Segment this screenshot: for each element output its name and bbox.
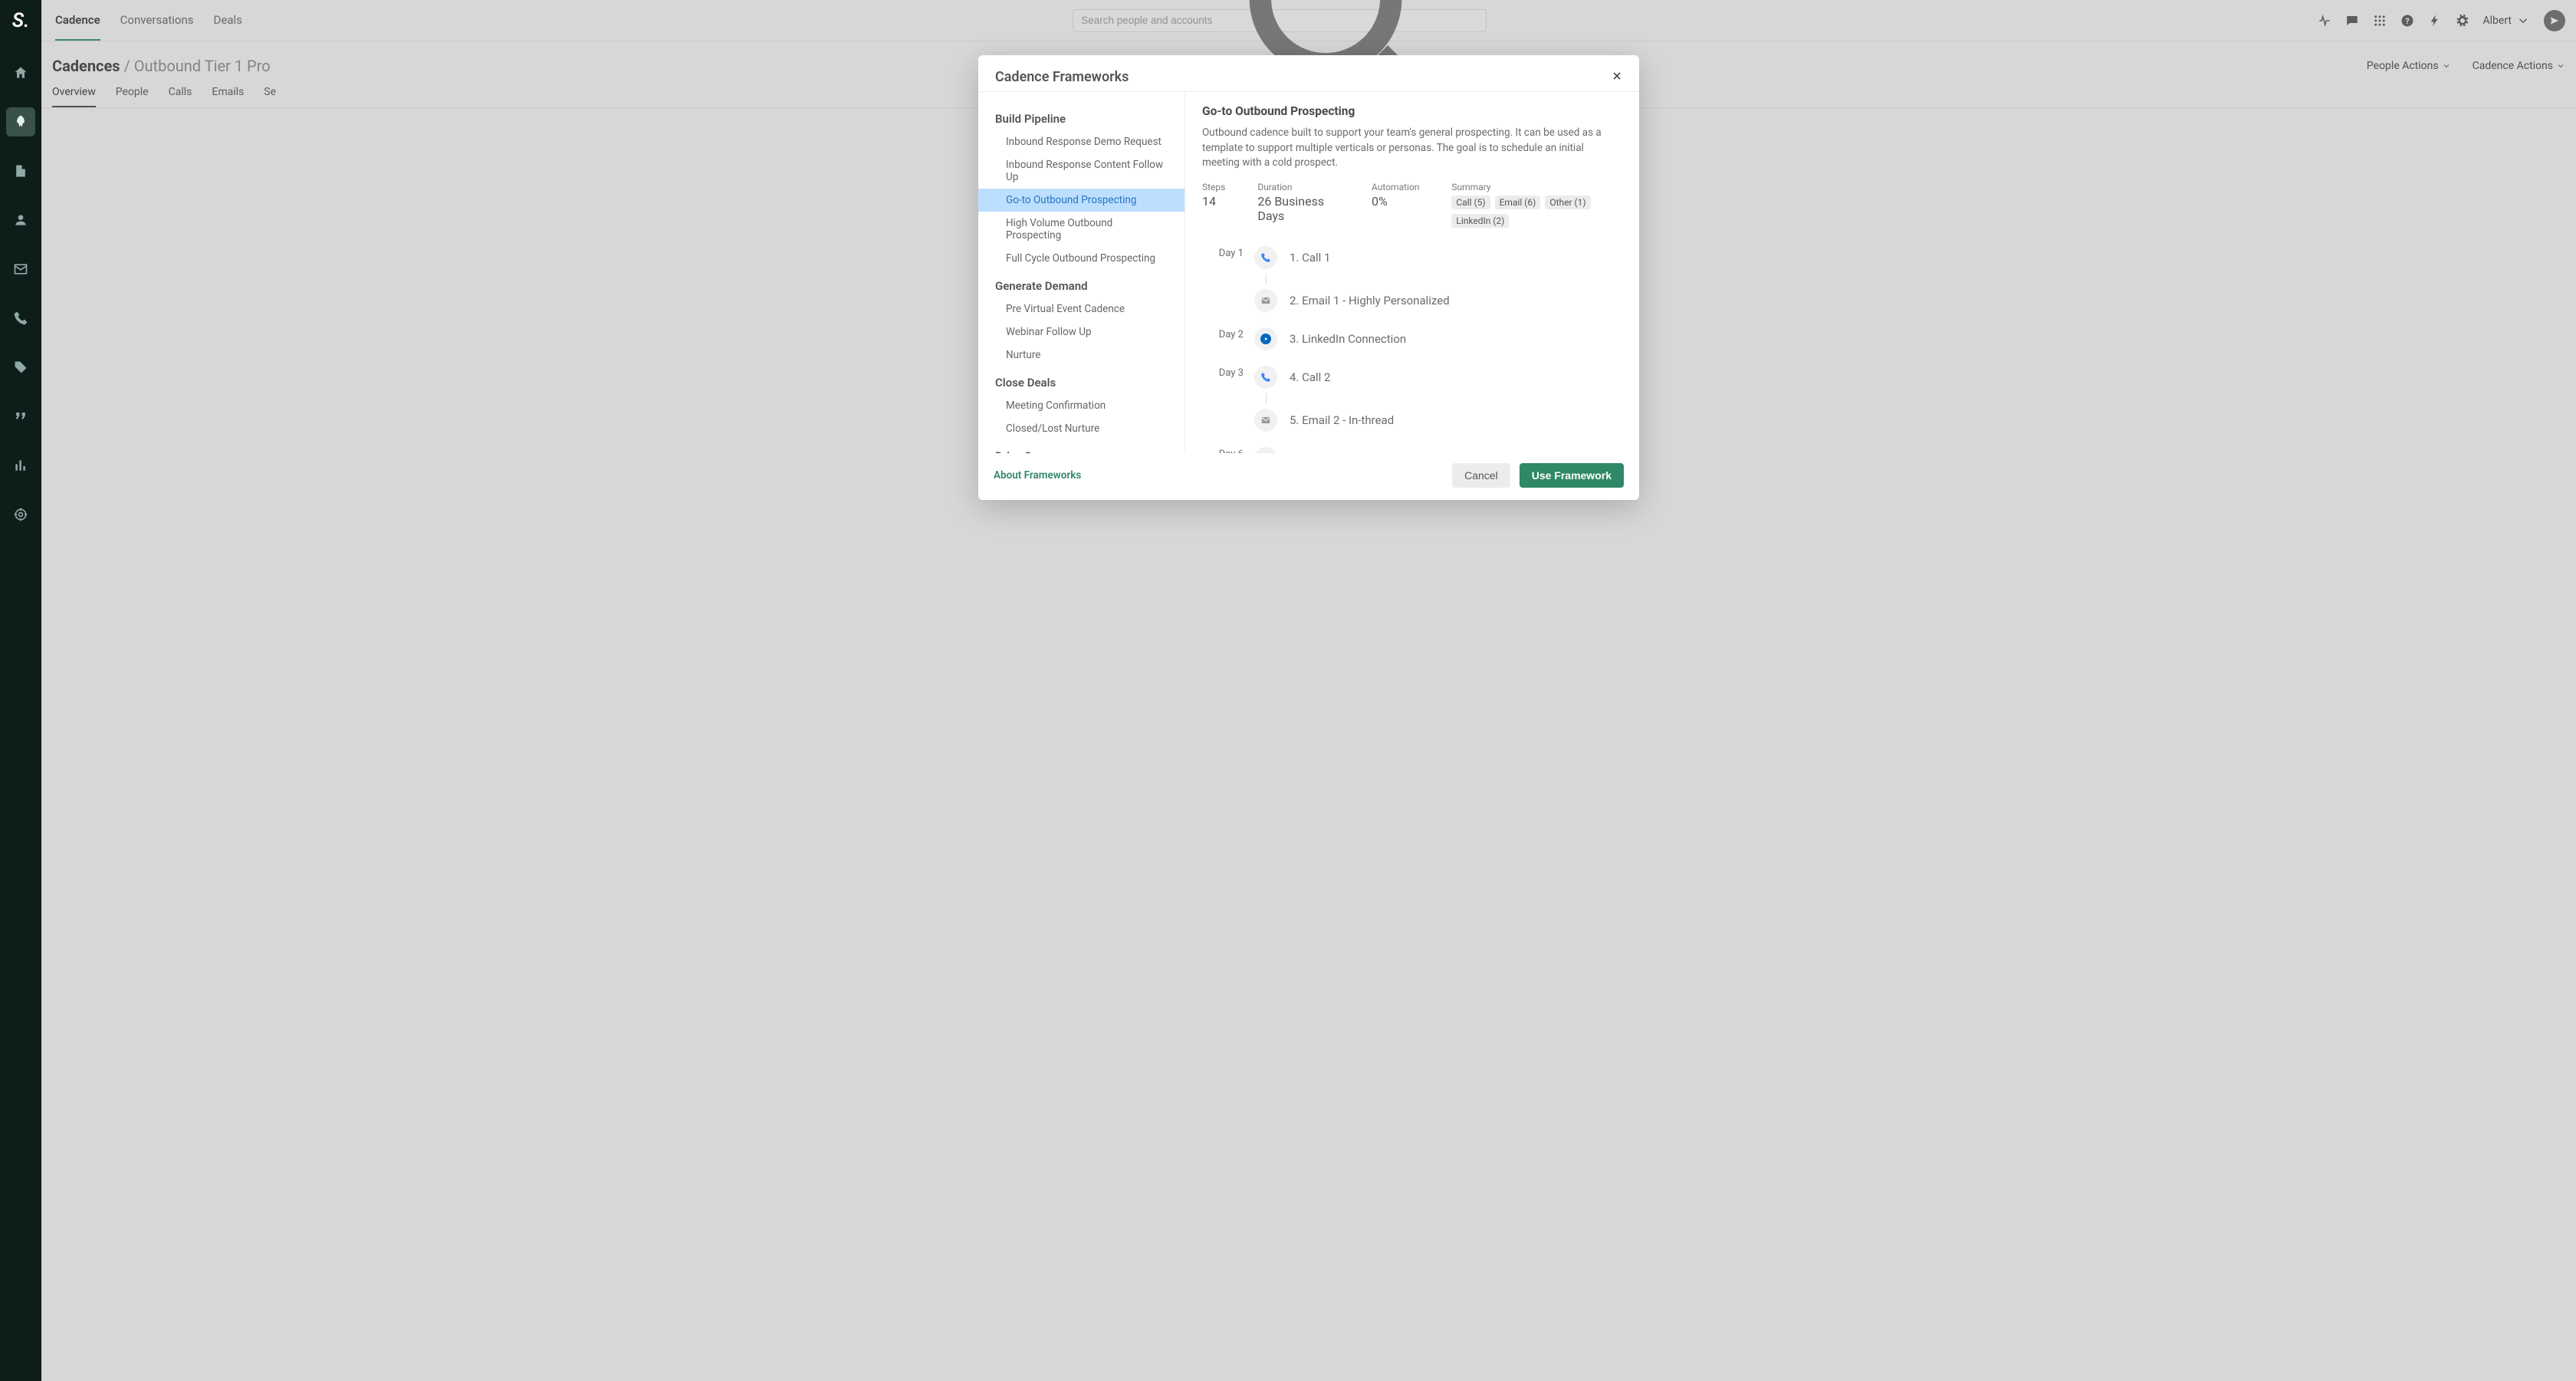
tag-icon [13, 360, 28, 375]
step-text: 4. Call 2 [1290, 370, 1330, 384]
modal-title: Cadence Frameworks [995, 69, 1129, 85]
framework-category: Build Pipeline [978, 107, 1184, 130]
step-text: 1. Call 1 [1290, 251, 1330, 265]
email-icon [1254, 447, 1277, 453]
framework-item[interactable]: Closed/Lost Nurture [978, 417, 1184, 440]
day-label: Day 1 [1202, 242, 1254, 259]
rail-target[interactable] [6, 500, 35, 529]
framework-detail: Go-to Outbound Prospecting Outbound cade… [1185, 92, 1639, 453]
duration-value: 26 Business Days [1257, 194, 1339, 223]
linkedin-icon [1260, 334, 1271, 344]
framework-item[interactable]: High Volume Outbound Prospecting [978, 212, 1184, 247]
frameworks-sidebar: Build PipelineInbound Response Demo Requ… [978, 92, 1185, 453]
framework-category: Generate Demand [978, 275, 1184, 298]
rail-tag[interactable] [6, 353, 35, 382]
mail-icon [13, 261, 28, 277]
framework-item[interactable]: Go-to Outbound Prospecting [978, 189, 1184, 212]
building-icon [13, 163, 28, 179]
summary-pill: Email (6) [1495, 196, 1541, 209]
automation-value: 0% [1372, 194, 1419, 209]
framework-description: Outbound cadence built to support your t… [1202, 126, 1622, 171]
summary-pill: Other (1) [1545, 196, 1590, 209]
step-item[interactable]: 1. Call 1 [1254, 242, 1622, 274]
linkedin-icon [1254, 327, 1277, 350]
day-row: Day 2 3. LinkedIn Connection [1202, 323, 1622, 355]
step-item[interactable]: 4. Call 2 [1254, 361, 1622, 393]
rail-mail[interactable] [6, 255, 35, 284]
framework-stats: Steps 14 Duration 26 Business Days Autom… [1202, 182, 1622, 228]
about-frameworks-link[interactable]: About Frameworks [994, 469, 1081, 482]
phone-icon [1254, 246, 1277, 269]
close-icon [1612, 71, 1622, 81]
day-label: Day 3 [1202, 361, 1254, 379]
framework-item[interactable]: Meeting Confirmation [978, 394, 1184, 417]
framework-item[interactable]: Inbound Response Demo Request [978, 130, 1184, 153]
day-label: Day 6 [1202, 442, 1254, 453]
chart-icon [13, 458, 28, 473]
email-icon [1254, 409, 1277, 432]
cancel-button[interactable]: Cancel [1452, 463, 1510, 488]
day-row: Day 66. Email 3 - Video [1202, 442, 1622, 453]
framework-item[interactable]: Nurture [978, 344, 1184, 367]
step-item[interactable]: 2. Email 1 - Highly Personalized [1254, 284, 1622, 317]
modal-close-button[interactable] [1612, 71, 1622, 84]
framework-item[interactable]: Inbound Response Content Follow Up [978, 153, 1184, 189]
steps-list: Day 1 1. Call 1 2. Email 1 - Highly Person… [1202, 242, 1622, 453]
use-framework-button[interactable]: Use Framework [1520, 463, 1624, 488]
logo: S. [12, 9, 30, 38]
rail-home[interactable] [6, 58, 35, 87]
summary-pill: Call (5) [1451, 196, 1490, 209]
step-item[interactable]: 5. Email 2 - In-thread [1254, 404, 1622, 436]
home-icon [13, 65, 28, 81]
user-icon [13, 212, 28, 228]
day-row: Day 3 4. Call 2 5. Email 2 - In-thread [1202, 361, 1622, 436]
rail-rocket[interactable] [6, 107, 35, 136]
left-rail: S. [0, 0, 41, 1381]
automation-label: Automation [1372, 182, 1419, 192]
step-text: 2. Email 1 - Highly Personalized [1290, 294, 1450, 307]
target-icon [13, 507, 28, 522]
framework-item[interactable]: Webinar Follow Up [978, 321, 1184, 344]
steps-label: Steps [1202, 182, 1225, 192]
steps-value: 14 [1202, 194, 1225, 209]
framework-title: Go-to Outbound Prospecting [1202, 104, 1622, 118]
day-label: Day 2 [1202, 323, 1254, 340]
framework-item[interactable]: Pre Virtual Event Cadence [978, 298, 1184, 321]
framework-category: Close Deals [978, 371, 1184, 394]
step-item[interactable]: 6. Email 3 - Video [1254, 442, 1622, 453]
step-text: 5. Email 2 - In-thread [1290, 413, 1394, 427]
frameworks-modal: Cadence Frameworks Build PipelineInbound… [978, 55, 1639, 500]
phone-icon [1254, 366, 1277, 389]
step-text: 3. LinkedIn Connection [1290, 332, 1406, 346]
rail-building[interactable] [6, 156, 35, 186]
step-item[interactable]: 3. LinkedIn Connection [1254, 323, 1622, 355]
phone-icon [13, 311, 28, 326]
rocket-icon [13, 114, 28, 130]
framework-category: Drive Success [978, 445, 1184, 453]
quote-icon [13, 409, 28, 424]
framework-item[interactable]: Full Cycle Outbound Prospecting [978, 247, 1184, 270]
rail-phone[interactable] [6, 304, 35, 333]
rail-user[interactable] [6, 206, 35, 235]
duration-label: Duration [1257, 182, 1339, 192]
rail-chart[interactable] [6, 451, 35, 480]
day-row: Day 1 1. Call 1 2. Email 1 - Highly Person… [1202, 242, 1622, 317]
summary-label: Summary [1451, 182, 1622, 192]
email-icon [1254, 289, 1277, 312]
rail-quote[interactable] [6, 402, 35, 431]
app-area: Cadence Conversations Deals ? Albert [41, 0, 2576, 1381]
summary-pill: LinkedIn (2) [1451, 214, 1509, 228]
summary-pills: Call (5) Email (6) Other (1) LinkedIn (2) [1451, 196, 1622, 228]
